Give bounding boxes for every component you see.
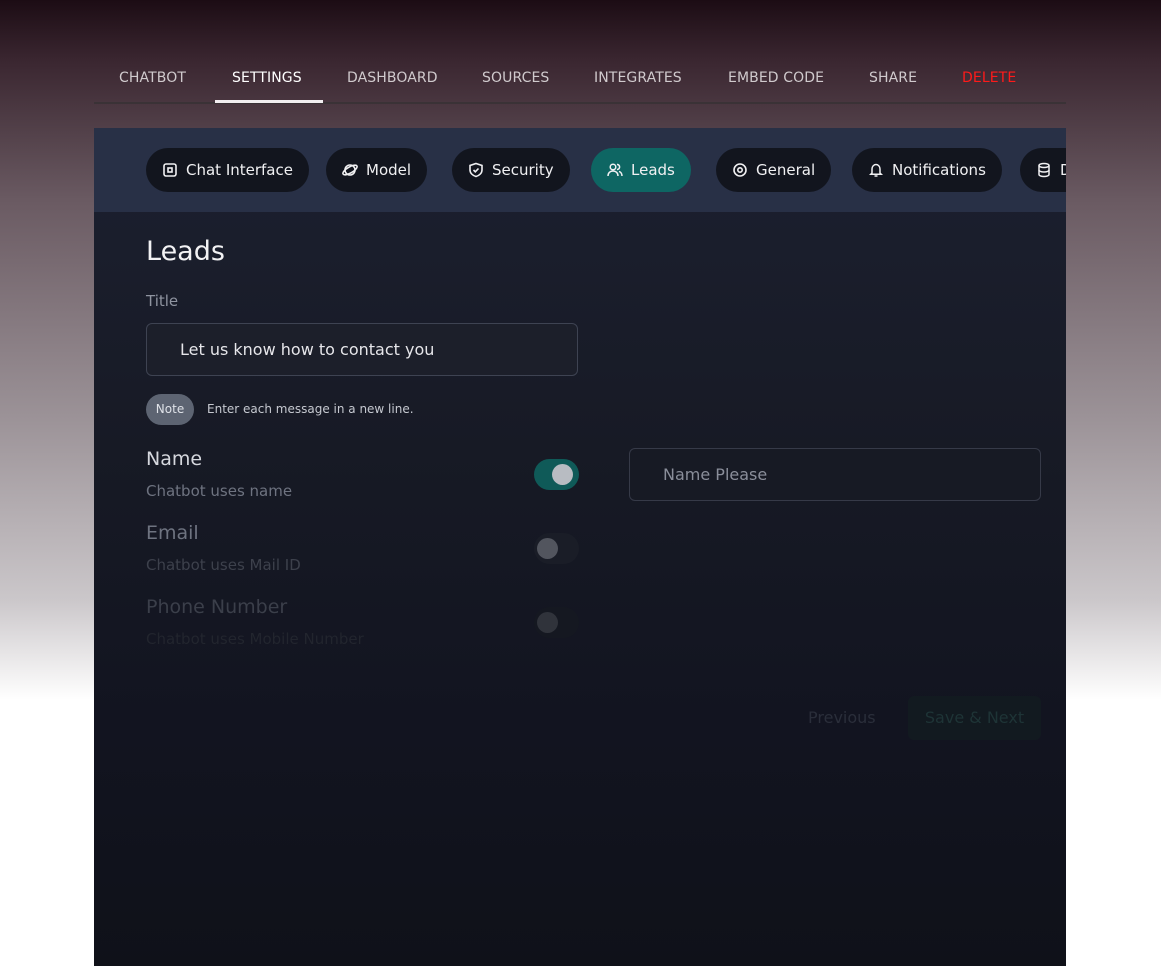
settings-tab-bar: Chat Interface Model Security Leads Gene… <box>94 128 1066 212</box>
bell-icon <box>868 163 884 177</box>
name-toggle-knob <box>552 464 573 485</box>
tab-leads-label: Leads <box>631 161 675 179</box>
phone-toggle[interactable] <box>534 607 579 638</box>
tab-model-label: Model <box>366 161 412 179</box>
tab-share[interactable]: SHARE <box>869 70 917 86</box>
tab-notifications-label: Notifications <box>892 161 986 179</box>
tab-database-label: D <box>1060 161 1066 179</box>
tab-embed-code[interactable]: EMBED CODE <box>728 70 824 86</box>
phone-field-title: Phone Number <box>146 596 288 618</box>
tab-model[interactable]: Model <box>326 148 428 192</box>
note-text: Enter each message in a new line. <box>207 402 414 416</box>
tab-integrates[interactable]: INTEGRATES <box>594 70 682 86</box>
email-toggle-knob <box>537 538 558 559</box>
save-next-button[interactable]: Save & Next <box>908 696 1041 740</box>
tab-notifications[interactable]: Notifications <box>852 148 1002 192</box>
shield-icon <box>469 162 483 178</box>
tab-sources[interactable]: SOURCES <box>482 70 549 86</box>
name-input[interactable]: Name Please <box>629 448 1041 501</box>
target-icon <box>733 163 747 177</box>
email-toggle[interactable] <box>534 533 579 564</box>
active-tab-indicator <box>215 100 323 103</box>
tab-leads[interactable]: Leads <box>591 148 691 192</box>
settings-panel: Chat Interface Model Security Leads Gene… <box>94 128 1066 966</box>
tab-dashboard[interactable]: DASHBOARD <box>347 70 438 86</box>
top-nav: CHATBOT SETTINGS DASHBOARD SOURCES INTEG… <box>94 58 1066 104</box>
tab-settings[interactable]: SETTINGS <box>232 70 302 86</box>
note-badge: Note <box>146 394 194 425</box>
tab-security-label: Security <box>492 161 554 179</box>
tab-database[interactable]: D <box>1020 148 1066 192</box>
phone-field-subtitle: Chatbot uses Mobile Number <box>146 630 364 648</box>
email-field-title: Email <box>146 522 199 544</box>
tab-chat-interface-label: Chat Interface <box>186 161 293 179</box>
tab-general-label: General <box>756 161 816 179</box>
page-title: Leads <box>146 236 225 267</box>
tab-delete[interactable]: DELETE <box>962 70 1016 86</box>
database-icon <box>1038 162 1050 178</box>
planet-icon <box>342 164 358 176</box>
previous-button[interactable]: Previous <box>808 708 876 727</box>
name-field-subtitle: Chatbot uses name <box>146 482 293 500</box>
title-input[interactable]: Let us know how to contact you <box>146 323 578 376</box>
tab-general[interactable]: General <box>716 148 832 192</box>
phone-toggle-knob <box>537 612 558 633</box>
title-label: Title <box>146 292 179 310</box>
name-field-title: Name <box>146 448 203 470</box>
users-icon <box>607 163 623 177</box>
name-toggle[interactable] <box>534 459 579 490</box>
tab-security[interactable]: Security <box>452 148 570 192</box>
tab-chat-interface[interactable]: Chat Interface <box>146 148 309 192</box>
tab-chatbot[interactable]: CHATBOT <box>119 70 186 86</box>
email-field-subtitle: Chatbot uses Mail ID <box>146 556 301 574</box>
chat-interface-icon <box>163 163 177 177</box>
